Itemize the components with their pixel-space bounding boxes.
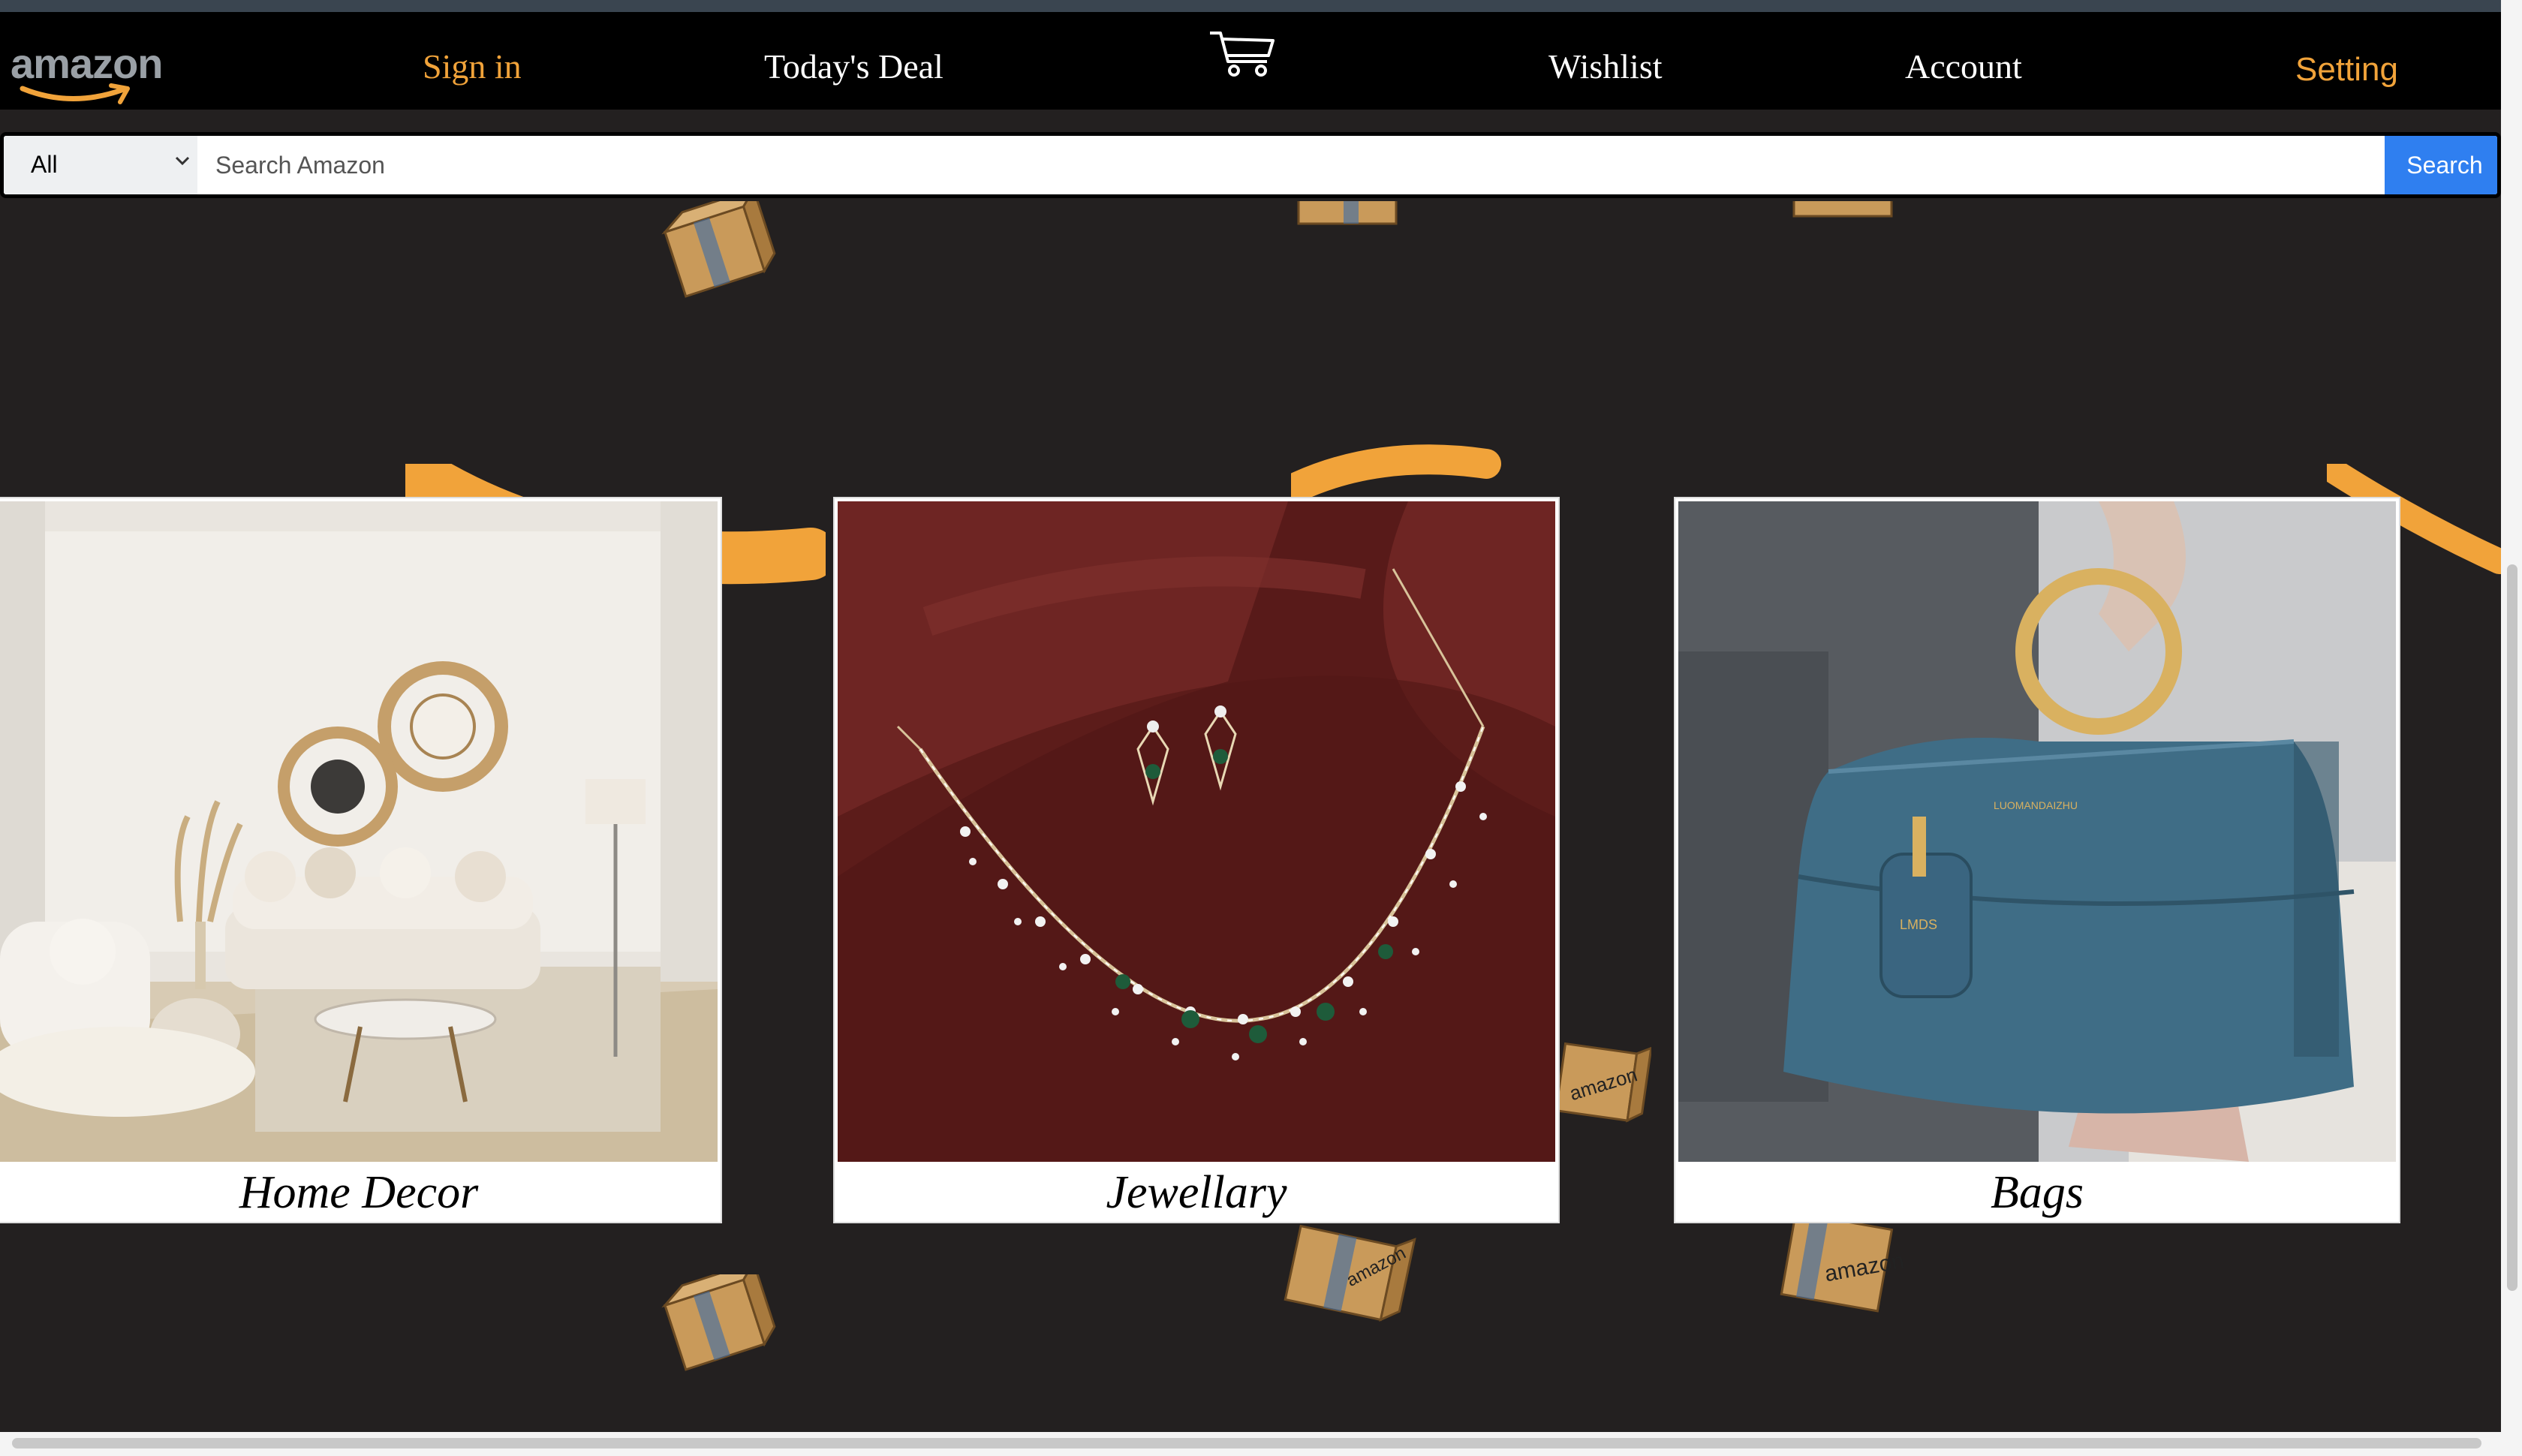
amazon-logo[interactable]: amazon: [11, 39, 183, 107]
svg-text:LMDS: LMDS: [1900, 917, 1937, 932]
home-decor-image: [0, 501, 718, 1162]
cart-button[interactable]: [1207, 27, 1279, 99]
vertical-scrollbar-thumb[interactable]: [2507, 564, 2517, 1291]
package-box-icon: amazon: [1780, 1214, 1906, 1313]
category-card-jewellary[interactable]: Jewellary: [833, 497, 1560, 1223]
category-card-home-decor[interactable]: Home Decor: [0, 497, 722, 1223]
package-box-icon: amazon: [1554, 1042, 1651, 1123]
svg-text:LUOMANDAIZHU: LUOMANDAIZHU: [1994, 799, 2078, 811]
todays-deal-link[interactable]: Today's Deal: [764, 32, 943, 102]
shopping-cart-icon: [1210, 32, 1275, 77]
card-caption: Jewellary: [1106, 1167, 1287, 1218]
navbar: amazon Sign in Today's Deal Wishlist Acc…: [0, 12, 2501, 110]
smile-arrow-icon: [20, 83, 130, 104]
search-input[interactable]: [200, 136, 2385, 194]
chevron-down-icon: [175, 156, 190, 166]
category-select[interactable]: All: [4, 136, 197, 194]
sign-in-link[interactable]: Sign in: [423, 32, 522, 102]
package-box-icon: amazon: [1284, 1224, 1416, 1322]
search-button[interactable]: Search: [2385, 136, 2497, 194]
setting-link[interactable]: Setting: [2295, 35, 2398, 105]
package-box-icon: [1792, 201, 1893, 218]
search-bar: All Search: [0, 132, 2501, 198]
jewellary-image: [838, 501, 1555, 1162]
card-caption: Home Decor: [239, 1167, 479, 1218]
window-top-strip: [0, 0, 2522, 12]
bags-image: LMDS LUOMANDAIZHU: [1678, 501, 2396, 1162]
package-box-icon: [1297, 201, 1398, 225]
category-value: All: [31, 151, 58, 178]
account-link[interactable]: Account: [1905, 32, 2022, 102]
horizontal-scrollbar-thumb[interactable]: [12, 1438, 2481, 1448]
package-box-icon: [661, 1274, 776, 1371]
card-caption: Bags: [1991, 1167, 2084, 1218]
logo-text: amazon: [11, 40, 163, 87]
wishlist-link[interactable]: Wishlist: [1548, 32, 1663, 102]
swoosh-decoration: [1291, 444, 1501, 501]
package-box-icon: [661, 201, 776, 298]
category-card-bags[interactable]: LMDS LUOMANDAIZHU Bags: [1674, 497, 2400, 1223]
